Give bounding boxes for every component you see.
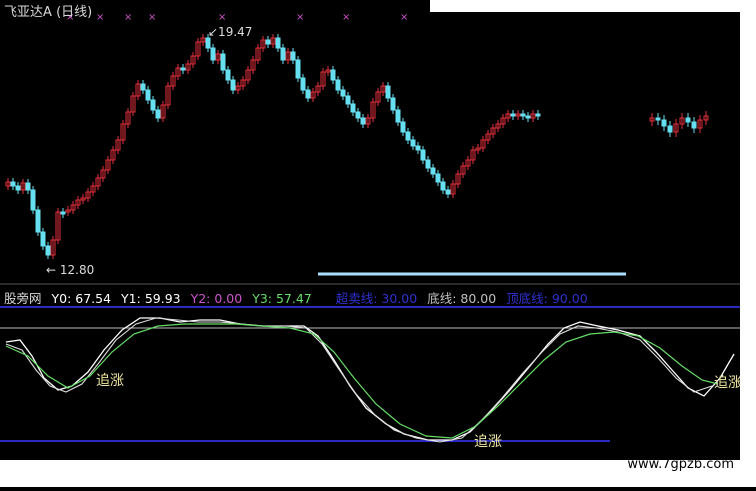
- signal-marker: ×: [218, 12, 226, 23]
- candle-body: [230, 79, 236, 91]
- candle-body: [685, 117, 691, 123]
- signal-marker: ×: [342, 12, 350, 23]
- signal-marker: ×: [400, 12, 408, 23]
- candle-body: [30, 189, 36, 211]
- candle-body: [350, 103, 356, 113]
- signal-marker: ×: [124, 12, 132, 23]
- candle-body: [405, 131, 411, 141]
- candle-body: [400, 121, 406, 133]
- candle-body: [180, 67, 186, 71]
- candle-body: [140, 83, 146, 91]
- y3-value: Y3: 57.47: [252, 291, 312, 306]
- candle-body: [275, 37, 281, 49]
- candle-body: [40, 231, 46, 247]
- chase-signal-label: 追涨: [96, 373, 124, 389]
- cropped-area-right: [740, 0, 756, 487]
- min-price-label: ← 12.80: [46, 263, 94, 277]
- candle-body: [445, 189, 451, 195]
- candle-body: [25, 182, 31, 191]
- candle-body: [410, 139, 416, 147]
- y0-value: Y0: 67.54: [51, 291, 112, 306]
- candle-body: [691, 121, 697, 129]
- candle-body: [385, 85, 391, 99]
- chase-signal-label: 追涨: [474, 434, 502, 450]
- candle-body: [220, 53, 226, 71]
- candle-body: [435, 173, 441, 183]
- chase-signal-label: 追涨: [714, 375, 742, 391]
- candle-body: [10, 181, 16, 187]
- candle-body: [205, 37, 211, 49]
- candle-body: [355, 111, 361, 119]
- candle-body: [425, 159, 431, 169]
- candle-body: [295, 59, 301, 79]
- period-label: (日线): [56, 5, 93, 20]
- candle-body: [225, 69, 231, 81]
- stock-chart-window: ↙19.47 ← 12.80 × × × × × × × × 追涨 追涨 追涨: [0, 0, 756, 487]
- candle-body: [155, 109, 161, 119]
- candle-body: [535, 113, 541, 117]
- candle-body: [655, 117, 661, 121]
- candle-body: [415, 145, 421, 151]
- candle-body: [330, 69, 336, 81]
- candle-body: [290, 51, 296, 61]
- watermark: www.7gpzb.com: [627, 457, 734, 472]
- signal-marker: ×: [296, 12, 304, 23]
- cropped-area-top: [430, 0, 756, 12]
- candle-body: [45, 245, 51, 256]
- candle-body: [150, 99, 156, 111]
- candle-body: [265, 39, 271, 45]
- candle-body: [520, 113, 526, 117]
- indicator-name[interactable]: 股旁网: [4, 291, 42, 306]
- signal-marker: ×: [96, 12, 104, 23]
- stock-suffix: A: [43, 5, 52, 20]
- overbuy-value: 顶底线: 90.00: [506, 291, 588, 306]
- stock-title: 飞亚达A (日线): [4, 1, 92, 20]
- candle-body: [280, 47, 286, 61]
- y2-value: Y2: 0.00: [190, 291, 243, 306]
- chart-canvas[interactable]: ↙19.47← 12.80× × × × × × × ×追涨追涨追涨: [0, 0, 756, 487]
- candle-body: [345, 95, 351, 105]
- candle-body: [35, 209, 41, 233]
- stock-name: 飞亚达: [4, 5, 44, 20]
- candle-body: [420, 149, 426, 161]
- candle-body: [390, 97, 396, 111]
- candle-body: [210, 47, 216, 61]
- candle-body: [525, 115, 531, 119]
- candle-body: [661, 119, 667, 127]
- candle-body: [395, 109, 401, 123]
- candle-body: [15, 185, 21, 191]
- candle-body: [340, 89, 346, 97]
- candle-body: [60, 211, 66, 215]
- bottom-line-value: 底线: 80.00: [427, 291, 497, 306]
- oversell-value: 超卖线: 30.00: [335, 291, 418, 306]
- candle-body: [430, 167, 436, 175]
- indicator-header: 股旁网 Y0: 67.54 Y1: 59.93 Y2: 0.00 Y3: 57.…: [4, 288, 594, 307]
- candle-body: [440, 181, 446, 191]
- candle-body: [510, 113, 516, 117]
- candle-body: [360, 117, 366, 125]
- candle-body: [335, 79, 341, 91]
- candle-body: [145, 89, 151, 101]
- signal-marker: ×: [148, 12, 156, 23]
- candle-body: [300, 77, 306, 91]
- candle-body: [305, 89, 311, 99]
- max-price-label: ↙19.47: [208, 25, 252, 39]
- candle-body: [667, 125, 673, 133]
- y1-value: Y1: 59.93: [121, 291, 181, 306]
